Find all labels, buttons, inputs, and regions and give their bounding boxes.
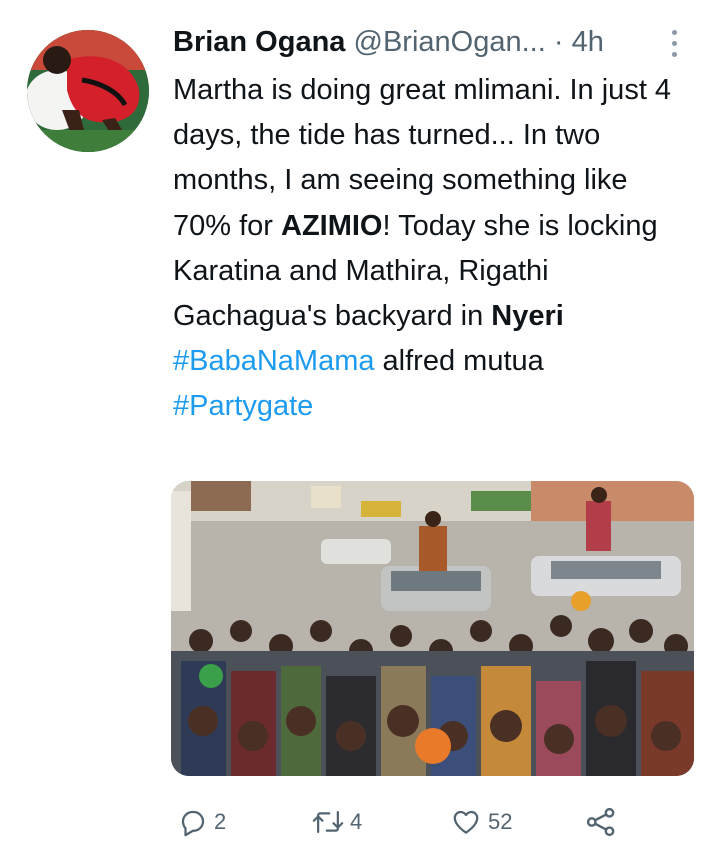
author-handle[interactable]: @BrianOgan... (354, 26, 546, 58)
more-vertical-icon[interactable] (664, 27, 684, 61)
like-button[interactable]: 52 (450, 800, 512, 844)
retweet-icon (312, 811, 344, 833)
tweet-media-photo[interactable] (171, 481, 694, 776)
reply-count: 2 (214, 809, 227, 834)
tweet-timestamp[interactable]: 4h (572, 26, 604, 58)
tweet-text: Martha is doing great mlimani. In just 4… (173, 68, 693, 430)
tweet-header: Brian Ogana @BrianOgan... · 4h (173, 22, 673, 62)
hashtag-link[interactable]: #BabaNaMama (173, 345, 375, 377)
reply-icon (181, 810, 205, 837)
tweet-paragraph: Martha is doing great mlimani. In just 4… (173, 68, 693, 339)
retweet-count: 4 (350, 809, 363, 834)
bold-text-azimio: AZIMIO (281, 209, 383, 242)
author-name[interactable]: Brian Ogana (173, 26, 345, 58)
heart-icon (453, 810, 479, 834)
tweet-hashtag-line: #Partygate (173, 384, 693, 429)
tweet-card[interactable]: Brian Ogana @BrianOgan... · 4h Martha is… (0, 0, 720, 852)
tweet-text-part: alfred mutua (374, 345, 544, 378)
like-count: 52 (488, 809, 513, 834)
share-icon (586, 807, 615, 837)
reply-button[interactable]: 2 (178, 800, 226, 844)
retweet-button[interactable]: 4 (312, 800, 362, 844)
tweet-actions: 2 4 52 (170, 800, 670, 844)
separator-dot: · (553, 26, 564, 58)
crowd-photo (171, 481, 694, 776)
hashtag-link[interactable]: #Partygate (173, 390, 313, 422)
tweet-hashtag-line: #BabaNaMama alfred mutua (173, 339, 693, 384)
avatar[interactable] (27, 30, 149, 152)
share-button[interactable] (584, 800, 618, 844)
bold-text-nyeri: Nyeri (491, 300, 564, 333)
